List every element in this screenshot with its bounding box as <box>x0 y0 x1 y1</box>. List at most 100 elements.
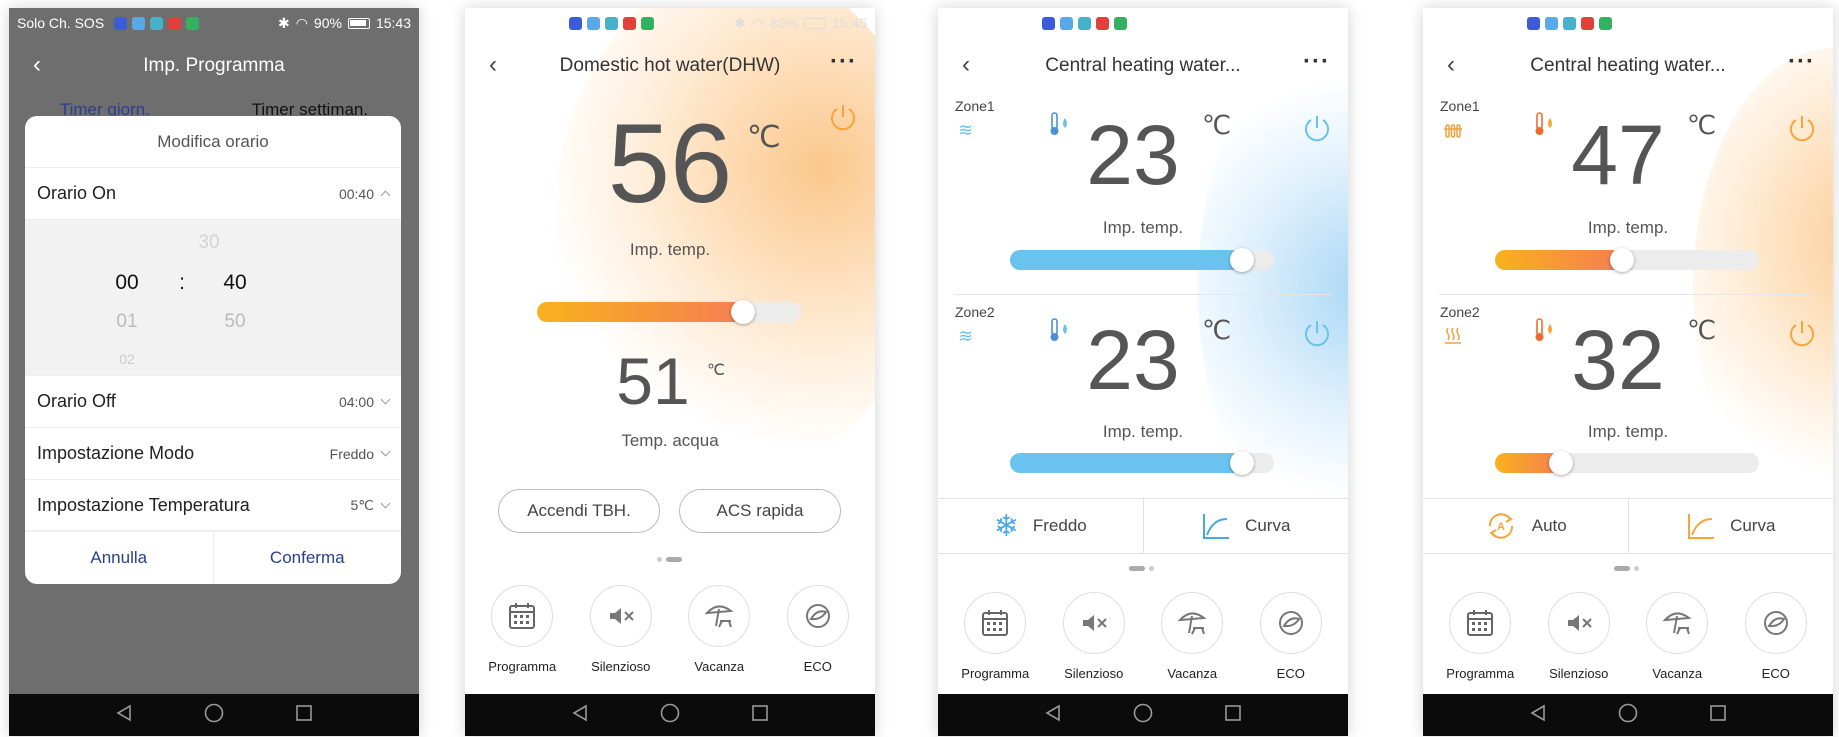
more-options-icon[interactable]: ··· <box>830 50 857 74</box>
schedule-label: Programma <box>961 666 1030 681</box>
turn-on-tbh-button[interactable]: Accendi TBH. <box>498 489 660 533</box>
nav-recent-icon[interactable] <box>295 704 313 727</box>
off-time-row[interactable]: Orario Off 04:00 <box>25 376 401 428</box>
status-bar: Solo Ch. SOS ✱ ◠ 90% 15:43 <box>9 8 419 38</box>
schedule-label: Programma <box>488 659 557 674</box>
back-arrow-icon[interactable]: ‹ <box>489 52 515 78</box>
zone1-temperature-unit: ℃ <box>1202 110 1232 140</box>
eco-button[interactable]: ECO <box>1251 592 1331 681</box>
back-arrow-icon[interactable]: ‹ <box>33 52 59 78</box>
slider-knob[interactable] <box>1549 451 1573 475</box>
nav-home-icon[interactable] <box>204 703 224 728</box>
power-icon[interactable] <box>827 101 859 133</box>
page-title: Central heating water... <box>1530 55 1726 76</box>
status-bar: ✱ ◠ 89% 15:45 <box>465 8 875 38</box>
zone-divider <box>954 294 1332 295</box>
time-picker[interactable]: 30 00 : 40 01 50 02 <box>25 220 401 376</box>
edit-time-dialog: Modifica orario Orario On 00:40 30 00 : … <box>25 116 401 584</box>
zone2-power-icon[interactable] <box>1786 317 1818 349</box>
curve-label: Curva <box>1245 516 1291 535</box>
notification-icons <box>1527 16 1612 30</box>
nav-recent-icon[interactable] <box>1709 704 1727 727</box>
zone1-temperature-slider[interactable] <box>1010 248 1274 272</box>
nav-back-icon[interactable] <box>1529 704 1547 727</box>
quick-dhw-button[interactable]: ACS rapida <box>679 489 841 533</box>
temperature-unit: ℃ <box>747 121 781 154</box>
schedule-button[interactable]: Programma <box>1440 592 1520 681</box>
schedule-button[interactable]: Programma <box>482 585 562 674</box>
clock-text: 15:43 <box>375 15 411 31</box>
confirm-button[interactable]: Conferma <box>214 531 402 584</box>
nav-home-icon[interactable] <box>1618 703 1638 728</box>
dialog-buttons: Annulla Conferma <box>25 530 401 584</box>
back-arrow-icon[interactable]: ‹ <box>1447 52 1473 78</box>
nav-home-icon[interactable] <box>1133 703 1153 728</box>
auto-mode-button[interactable]: A Auto <box>1423 499 1629 553</box>
temperature-slider[interactable] <box>537 300 801 324</box>
hour-selected[interactable]: 00 <box>107 271 147 295</box>
curve-button[interactable]: Curva <box>1144 499 1349 553</box>
cool-mode-label: Freddo <box>1032 516 1087 535</box>
fan-coil-icon: ≋ <box>958 326 974 346</box>
page-title: Imp. Programma <box>143 55 285 76</box>
cancel-button[interactable]: Annulla <box>25 531 214 584</box>
curve-chart-icon <box>1688 514 1715 539</box>
page-indicator <box>657 557 682 562</box>
hour-option[interactable]: 01 <box>107 311 147 333</box>
holiday-button[interactable]: Vacanza <box>1152 592 1232 681</box>
silent-button[interactable]: Silenzioso <box>1054 592 1134 681</box>
zone2-power-icon[interactable] <box>1301 317 1333 349</box>
nav-back-icon[interactable] <box>1044 704 1062 727</box>
more-options-icon[interactable]: ··· <box>1303 50 1330 74</box>
silent-button[interactable]: Silenzioso <box>581 585 661 674</box>
bottom-function-bar: Programma Silenzioso Vacanza ECO <box>1423 592 1833 681</box>
eco-button[interactable]: ECO <box>1736 592 1816 681</box>
zone1-power-icon[interactable] <box>1786 112 1818 144</box>
nav-back-icon[interactable] <box>115 704 133 727</box>
zone2-set-label: Imp. temp. <box>1102 422 1184 441</box>
zone1-set-temperature: 47 <box>1571 108 1665 202</box>
temperature-setting-row[interactable]: Impostazione Temperatura 5℃ <box>25 480 401 532</box>
nav-recent-icon[interactable] <box>751 704 769 727</box>
zone1-label: Zone1 <box>1440 98 1480 114</box>
slider-knob[interactable] <box>1230 248 1255 272</box>
zone2-set-label: Imp. temp. <box>1587 422 1669 441</box>
hour-option[interactable]: 02 <box>107 351 147 367</box>
mode-setting-row[interactable]: Impostazione Modo Freddo <box>25 428 401 480</box>
minute-option[interactable]: 50 <box>215 311 255 333</box>
nav-recent-icon[interactable] <box>1224 704 1242 727</box>
eco-button[interactable]: ECO <box>778 585 858 674</box>
cool-mode-button[interactable]: ❄ Freddo <box>938 499 1144 553</box>
zone2-set-temperature: 23 <box>1086 313 1180 407</box>
holiday-button[interactable]: Vacanza <box>1637 592 1717 681</box>
water-temperature-unit: ℃ <box>707 362 725 379</box>
silent-button[interactable]: Silenzioso <box>1539 592 1619 681</box>
slider-knob[interactable] <box>730 300 755 324</box>
back-arrow-icon[interactable]: ‹ <box>962 52 988 78</box>
slider-knob[interactable] <box>1230 451 1255 475</box>
nav-back-icon[interactable] <box>571 704 589 727</box>
auto-mode-icon: A <box>1488 513 1513 539</box>
curve-button[interactable]: Curva <box>1629 499 1834 553</box>
off-time-label: Orario Off <box>37 391 116 411</box>
silent-label: Silenzioso <box>591 659 651 674</box>
slider-knob[interactable] <box>1609 248 1634 272</box>
battery-text: 89% <box>769 15 798 31</box>
zone1-set-label: Imp. temp. <box>1587 218 1669 237</box>
zone1-temperature-slider[interactable] <box>1495 248 1759 272</box>
screen-program-settings: Solo Ch. SOS ✱ ◠ 90% 15:43 ‹ Imp. Progra… <box>9 8 419 736</box>
zone2-temperature-slider[interactable] <box>1010 451 1274 475</box>
more-options-icon[interactable]: ··· <box>1788 50 1815 74</box>
zone1-power-icon[interactable] <box>1301 112 1333 144</box>
minute-option[interactable]: 30 <box>189 232 229 254</box>
dialog-title: Modifica orario <box>25 116 401 168</box>
system-nav-bar <box>9 694 419 736</box>
holiday-button[interactable]: Vacanza <box>679 585 759 674</box>
page-title: Central heating water... <box>1045 55 1241 76</box>
calendar-icon <box>982 610 1009 636</box>
on-time-row[interactable]: Orario On 00:40 <box>25 168 401 220</box>
zone2-temperature-slider[interactable] <box>1495 451 1759 475</box>
minute-selected[interactable]: 40 <box>215 271 255 295</box>
nav-home-icon[interactable] <box>660 703 680 728</box>
schedule-button[interactable]: Programma <box>955 592 1035 681</box>
